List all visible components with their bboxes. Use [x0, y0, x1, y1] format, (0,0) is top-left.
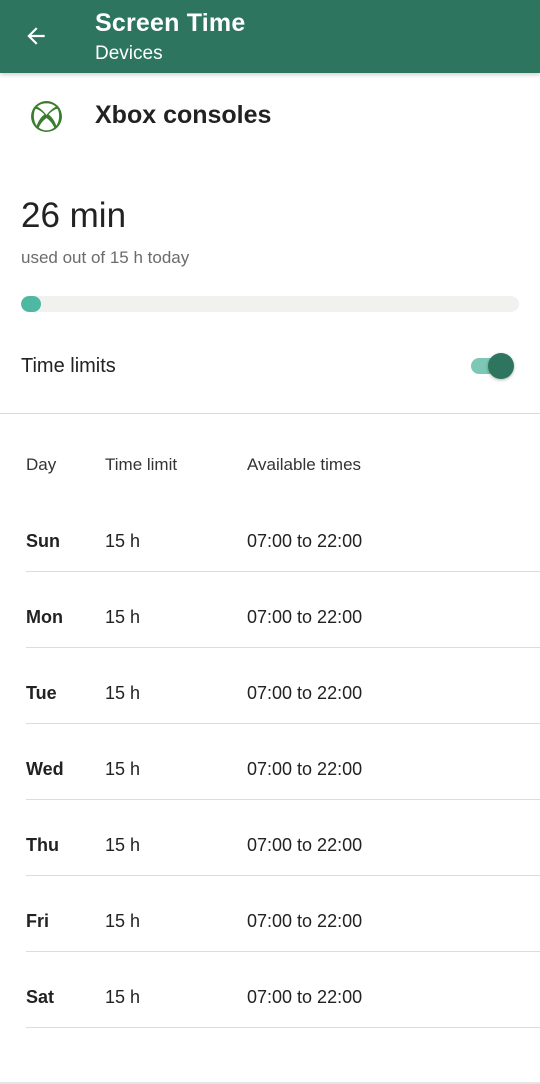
arrow-left-icon	[27, 27, 45, 45]
page-title: Screen Time	[95, 9, 246, 37]
row-time-limit: 15 h	[105, 911, 141, 931]
time-limits-toggle[interactable]	[470, 352, 516, 380]
row-day: Mon	[26, 607, 63, 627]
row-time-limit: 15 h	[105, 759, 141, 779]
row-day: Wed	[26, 759, 64, 779]
header-available-times: Available times	[247, 455, 362, 474]
header-day: Day	[26, 455, 57, 474]
usage-progress-bar	[21, 296, 519, 312]
row-day: Sat	[26, 987, 55, 1007]
row-day: Sun	[26, 531, 60, 551]
row-available-times: 07:00 to 22:00	[247, 987, 363, 1007]
row-time-limit: 15 h	[105, 607, 141, 627]
row-time-limit: 15 h	[105, 683, 141, 703]
row-time-limit: 15 h	[105, 835, 141, 855]
row-available-times: 07:00 to 22:00	[247, 911, 363, 931]
schedule-row-wed[interactable]: Wed 15 h 07:00 to 22:00	[0, 724, 540, 800]
row-day: Fri	[26, 911, 50, 931]
row-available-times: 07:00 to 22:00	[247, 531, 363, 551]
time-limits-label: Time limits	[21, 355, 116, 377]
schedule-row-tue[interactable]: Tue 15 h 07:00 to 22:00	[0, 648, 540, 724]
row-time-limit: 15 h	[105, 987, 141, 1007]
toggle-thumb	[488, 353, 514, 379]
schedule-list: Sun 15 h 07:00 to 22:00 Mon 15 h 07:00 t…	[0, 496, 540, 1028]
schedule-row-thu[interactable]: Thu 15 h 07:00 to 22:00	[0, 800, 540, 876]
schedule-header: Day Time limit Available times	[0, 455, 540, 479]
usage-progress-fill	[21, 296, 41, 312]
device-name: Xbox consoles	[95, 101, 272, 129]
row-day: Tue	[26, 683, 57, 703]
usage-value: 26 min	[21, 196, 127, 235]
row-time-limit: 15 h	[105, 531, 141, 551]
schedule-row-sun[interactable]: Sun 15 h 07:00 to 22:00	[0, 496, 540, 572]
header-time-limit: Time limit	[105, 455, 178, 474]
schedule-row-sat[interactable]: Sat 15 h 07:00 to 22:00	[0, 952, 540, 1028]
back-button[interactable]	[14, 14, 58, 58]
xbox-logo-icon	[30, 100, 63, 133]
row-available-times: 07:00 to 22:00	[247, 683, 363, 703]
schedule-row-fri[interactable]: Fri 15 h 07:00 to 22:00	[0, 876, 540, 952]
usage-caption: used out of 15 h today	[21, 248, 190, 267]
page-subtitle: Devices	[95, 43, 163, 64]
section-divider	[0, 413, 540, 414]
row-day: Thu	[26, 835, 59, 855]
row-available-times: 07:00 to 22:00	[247, 835, 363, 855]
app-bar: Screen Time Devices	[0, 0, 540, 73]
row-available-times: 07:00 to 22:00	[247, 759, 363, 779]
row-available-times: 07:00 to 22:00	[247, 607, 363, 627]
schedule-row-mon[interactable]: Mon 15 h 07:00 to 22:00	[0, 572, 540, 648]
